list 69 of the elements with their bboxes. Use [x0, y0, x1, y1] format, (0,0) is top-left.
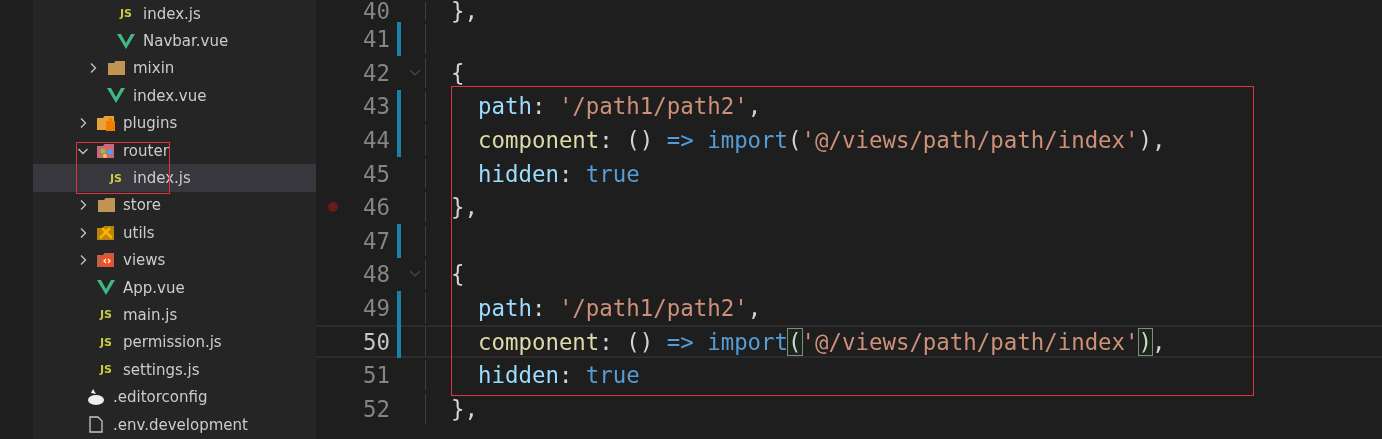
- js-badge-icon: JS: [100, 309, 112, 321]
- line-number: 52: [362, 396, 390, 421]
- file-name: index.js: [143, 4, 201, 23]
- file-name: index.vue: [133, 86, 207, 105]
- file-name: mixin: [133, 59, 175, 78]
- explorer-item[interactable]: .editorconfig: [33, 383, 316, 411]
- file-name: .editorconfig: [113, 388, 208, 407]
- vue-file-icon: [117, 33, 135, 49]
- line-number: 48: [362, 262, 390, 287]
- explorer-item[interactable]: mixin: [33, 54, 316, 83]
- vue-file-icon: [97, 280, 115, 296]
- line-number: 40: [362, 0, 390, 24]
- line-number: 46: [362, 195, 390, 220]
- explorer-item[interactable]: views: [33, 246, 316, 274]
- file-name: main.js: [123, 306, 178, 324]
- js-badge-icon: JS: [100, 364, 112, 376]
- file-name: permission.js: [123, 333, 222, 352]
- file-name: views: [123, 251, 166, 270]
- code-line: },: [451, 0, 478, 24]
- code-line: component: () => import('@/views/path/path/index'),: [478, 127, 1166, 152]
- code-line: hidden: true: [478, 161, 640, 186]
- file-name: settings.js: [123, 360, 200, 379]
- js-badge-icon: JS: [100, 336, 112, 348]
- explorer-item[interactable]: utils: [33, 219, 316, 247]
- explorer-item[interactable]: JS index.js: [33, 0, 316, 28]
- line-number: 45: [362, 161, 390, 186]
- explorer-item[interactable]: JS main.js: [33, 301, 316, 329]
- explorer-item[interactable]: index.vue: [33, 82, 316, 110]
- explorer-item[interactable]: plugins: [33, 109, 316, 137]
- router-folder-icon: [97, 142, 115, 159]
- js-badge-icon: JS: [120, 8, 132, 20]
- file-name: .env.development: [113, 415, 248, 434]
- code-line: path: '/path1/path2',: [478, 94, 762, 119]
- file-name: plugins: [123, 114, 178, 133]
- explorer-item[interactable]: store: [33, 191, 316, 220]
- explorer-item[interactable]: App.vue: [33, 273, 316, 302]
- line-number: 50: [362, 329, 390, 354]
- line-number: 42: [362, 60, 390, 85]
- file-name: router: [123, 141, 169, 160]
- line-number: 49: [362, 295, 390, 320]
- code-line: path: '/path1/path2',: [478, 295, 762, 320]
- code-folder-icon: [97, 252, 115, 269]
- code-line: component: () => import('@/views/path/path/index'),: [478, 329, 1166, 354]
- vue-file-icon: [107, 88, 125, 104]
- line-number: 44: [362, 127, 390, 152]
- folder-icon: [107, 61, 125, 76]
- explorer-item[interactable]: router: [33, 136, 316, 165]
- file-name: store: [123, 196, 161, 215]
- explorer-item[interactable]: JS settings.js: [33, 356, 316, 384]
- line-number: 41: [362, 27, 390, 52]
- file-name: utils: [123, 223, 155, 242]
- code-line: hidden: true: [478, 363, 640, 388]
- file-name: Navbar.vue: [143, 32, 229, 51]
- file-icon: [89, 416, 103, 434]
- line-number: 47: [362, 228, 390, 253]
- js-badge-icon: JS: [110, 172, 122, 184]
- folder-icon: [97, 198, 115, 213]
- code-line: {: [451, 60, 465, 85]
- explorer-item[interactable]: Navbar.vue: [33, 27, 316, 55]
- line-number: 51: [362, 363, 390, 388]
- code-line: {: [451, 262, 465, 287]
- tools-folder-icon: [97, 224, 115, 241]
- code-line: },: [451, 195, 478, 220]
- puzzle-folder-icon: [97, 115, 115, 132]
- line-number: 43: [362, 94, 390, 119]
- explorer-item[interactable]: JS permission.js: [33, 328, 316, 357]
- file-name: App.vue: [123, 278, 185, 297]
- explorer-item[interactable]: .env.development: [33, 410, 316, 439]
- code-line: },: [451, 396, 478, 421]
